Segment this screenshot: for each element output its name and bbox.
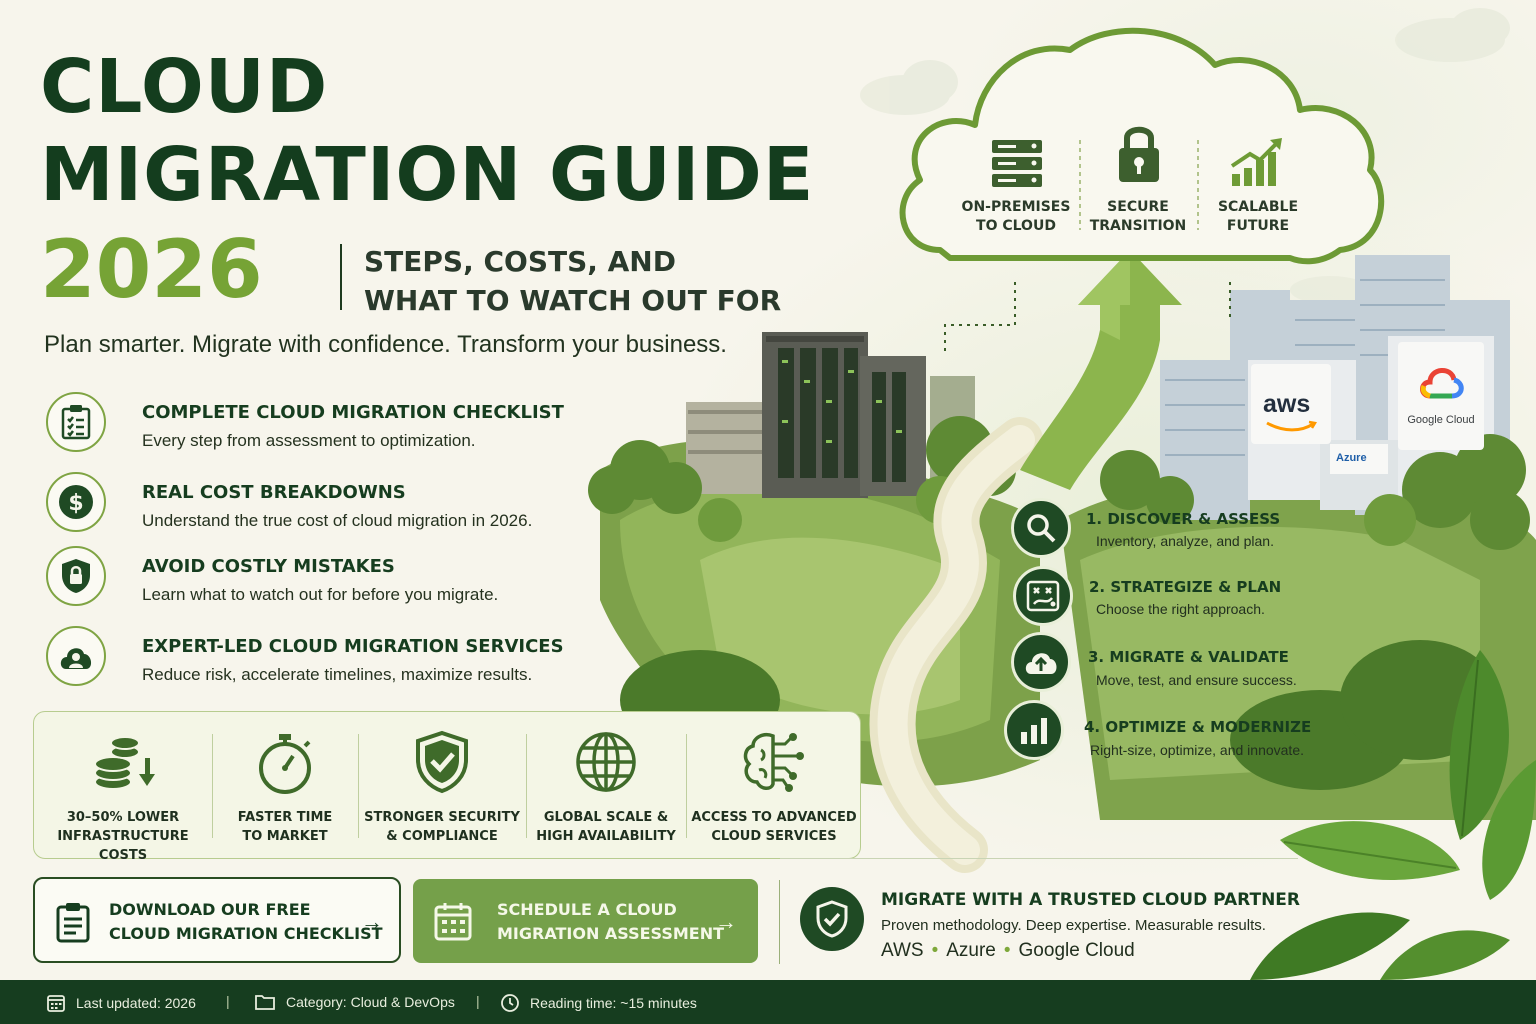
benefits-panel: 30–50% LOWER INFRASTRUCTURE COSTS FASTER … bbox=[33, 711, 862, 863]
coins-down-icon bbox=[94, 736, 155, 790]
benefit-label: FASTER TIME bbox=[237, 810, 333, 825]
subtitle-line2: WHAT TO WATCH OUT FOR bbox=[364, 284, 782, 317]
cloud-user-icon bbox=[46, 626, 106, 686]
feature-title: COMPLETE CLOUD MIGRATION CHECKLIST bbox=[142, 402, 564, 423]
footer-updated-text: Last updated: 2026 bbox=[76, 995, 196, 1011]
feature-cost: $ REAL COST BREAKDOWNS Understand the tr… bbox=[46, 472, 646, 536]
benefit-label: CLOUD SERVICES bbox=[711, 829, 837, 844]
cloud-label-secure-transition: SECURE TRANSITION bbox=[1089, 199, 1187, 234]
footer-reading-text: Reading time: ~15 minutes bbox=[530, 995, 697, 1011]
feature-desc: Learn what to watch out for before you m… bbox=[142, 585, 499, 604]
clipboard-icon bbox=[56, 903, 90, 943]
folder-icon bbox=[255, 995, 275, 1010]
stopwatch-icon bbox=[259, 734, 311, 794]
provider-azure: Azure bbox=[946, 940, 996, 961]
schedule-label-line1: SCHEDULE A CLOUD bbox=[497, 900, 677, 919]
benefit-security: STRONGER SECURITY & COMPLIANCE bbox=[358, 712, 526, 860]
checklist-icon bbox=[46, 392, 106, 452]
provider-aws: AWS bbox=[881, 940, 924, 961]
svg-text:$: $ bbox=[68, 491, 83, 516]
server-icon bbox=[992, 140, 1042, 187]
partner-providers: AWS • Azure • Google Cloud bbox=[881, 940, 1135, 962]
feature-mistakes: AVOID COSTLY MISTAKES Learn what to watc… bbox=[46, 546, 646, 610]
globe-icon bbox=[576, 732, 636, 792]
footer-separator: | bbox=[226, 993, 230, 1009]
magnifier-icon bbox=[1011, 498, 1071, 558]
growth-chart-icon bbox=[1230, 138, 1282, 186]
strategy-board-icon bbox=[1013, 566, 1073, 626]
partner-shield-icon bbox=[800, 887, 864, 951]
benefit-lower-costs: 30–50% LOWER INFRASTRUCTURE COSTS bbox=[34, 712, 212, 863]
arrow-right-icon: → bbox=[361, 909, 383, 934]
footer-reading-time: Reading time: ~15 minutes bbox=[500, 993, 697, 1013]
padlock-icon bbox=[1119, 126, 1159, 182]
benefit-label: STRONGER SECURITY bbox=[364, 810, 520, 825]
year-divider bbox=[340, 244, 342, 310]
footer-category-text: Category: Cloud & DevOps bbox=[286, 994, 455, 1010]
step-title: 1. DISCOVER & ASSESS bbox=[1086, 510, 1281, 528]
feature-desc: Understand the true cost of cloud migrat… bbox=[142, 511, 533, 530]
footer-updated: Last updated: 2026 bbox=[46, 993, 196, 1013]
benefit-label: ACCESS TO ADVANCED bbox=[691, 810, 857, 825]
benefit-faster-time: FASTER TIME TO MARKET bbox=[212, 712, 358, 860]
feature-services: EXPERT-LED CLOUD MIGRATION SERVICES Redu… bbox=[46, 626, 646, 690]
benefit-label: & COMPLIANCE bbox=[386, 829, 498, 844]
google-cloud-logo: Google Cloud bbox=[1398, 342, 1484, 450]
provider-google-cloud: Google Cloud bbox=[1018, 940, 1135, 961]
foreground-leaves bbox=[1250, 650, 1536, 980]
download-checklist-button[interactable]: DOWNLOAD OUR FREE CLOUD MIGRATION CHECKL… bbox=[33, 877, 401, 963]
page-year: 2026 bbox=[40, 223, 263, 316]
feature-title: AVOID COSTLY MISTAKES bbox=[142, 556, 395, 577]
divider-line bbox=[780, 858, 1298, 859]
feature-desc: Every step from assessment to optimizati… bbox=[142, 431, 476, 450]
calendar-icon bbox=[434, 903, 472, 941]
footer-bar: Last updated: 2026 | Category: Cloud & D… bbox=[0, 980, 1536, 1024]
shield-check-icon bbox=[416, 730, 468, 794]
download-label-line2: CLOUD MIGRATION CHECKLIST bbox=[109, 924, 383, 943]
clock-icon bbox=[501, 994, 519, 1012]
page-title-line2: MIGRATION GUIDE bbox=[40, 132, 815, 218]
cloud-label-on-premises: ON-PREMISES TO CLOUD bbox=[961, 199, 1071, 234]
cloud-label-scalable-future: SCALABLE FUTURE bbox=[1217, 199, 1299, 234]
schedule-assessment-button[interactable]: SCHEDULE A CLOUD MIGRATION ASSESSMENT → bbox=[413, 879, 758, 963]
provider-separator: • bbox=[931, 940, 939, 961]
benefit-global-scale: GLOBAL SCALE & HIGH AVAILABILITY bbox=[526, 712, 686, 860]
benefit-label: INFRASTRUCTURE COSTS bbox=[57, 829, 189, 863]
bar-chart-icon bbox=[1004, 700, 1064, 760]
benefit-label: HIGH AVAILABILITY bbox=[536, 829, 676, 844]
benefit-label: TO MARKET bbox=[242, 829, 328, 844]
step-title: 2. STRATEGIZE & PLAN bbox=[1089, 578, 1282, 596]
feature-checklist: COMPLETE CLOUD MIGRATION CHECKLIST Every… bbox=[46, 392, 646, 456]
azure-logo: Azure bbox=[1330, 444, 1388, 474]
brain-circuit-icon bbox=[743, 733, 804, 792]
calendar-icon bbox=[47, 995, 65, 1012]
feature-desc: Reduce risk, accelerate timelines, maxim… bbox=[142, 665, 533, 684]
feature-title: EXPERT-LED CLOUD MIGRATION SERVICES bbox=[142, 636, 564, 657]
cloud-upload-icon bbox=[1011, 632, 1071, 692]
benefit-advanced-services: ACCESS TO ADVANCED CLOUD SERVICES bbox=[686, 712, 862, 860]
feature-title: REAL COST BREAKDOWNS bbox=[142, 482, 406, 503]
partner-desc: Proven methodology. Deep expertise. Meas… bbox=[881, 917, 1266, 934]
page-title-line1: CLOUD bbox=[40, 44, 329, 130]
tagline: Plan smarter. Migrate with confidence. T… bbox=[44, 331, 727, 358]
page-subtitle: STEPS, COSTS, AND WHAT TO WATCH OUT FOR bbox=[364, 242, 781, 320]
footer-separator: | bbox=[476, 993, 480, 1009]
footer-category[interactable]: Category: Cloud & DevOps bbox=[254, 993, 455, 1011]
aws-logo: aws bbox=[1251, 364, 1331, 444]
subtitle-line1: STEPS, COSTS, AND bbox=[364, 245, 676, 278]
schedule-button-label: SCHEDULE A CLOUD MIGRATION ASSESSMENT bbox=[497, 898, 724, 946]
benefit-label: GLOBAL SCALE & bbox=[543, 810, 669, 825]
download-label-line1: DOWNLOAD OUR FREE bbox=[109, 900, 311, 919]
dollar-icon: $ bbox=[46, 472, 106, 532]
partner-title: MIGRATE WITH A TRUSTED CLOUD PARTNER bbox=[881, 890, 1301, 910]
schedule-label-line2: MIGRATION ASSESSMENT bbox=[497, 924, 725, 943]
step-desc: Choose the right approach. bbox=[1096, 601, 1265, 617]
shield-lock-icon bbox=[46, 546, 106, 606]
provider-separator: • bbox=[1003, 940, 1011, 961]
arrow-right-icon: → bbox=[715, 909, 737, 934]
step-desc: Inventory, analyze, and plan. bbox=[1096, 533, 1274, 549]
partner-divider bbox=[779, 880, 780, 964]
download-button-label: DOWNLOAD OUR FREE CLOUD MIGRATION CHECKL… bbox=[109, 898, 383, 946]
benefit-label: 30–50% LOWER bbox=[66, 810, 180, 825]
